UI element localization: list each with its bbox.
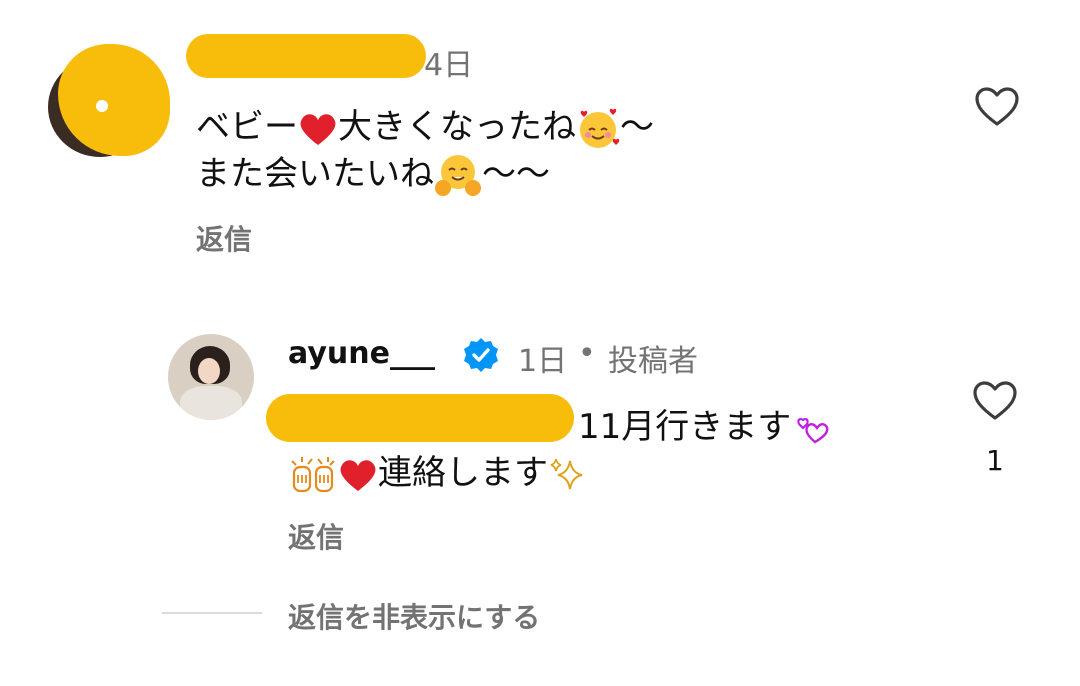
reply-text-line1: 11月行きます [578, 404, 831, 450]
comment-time: 4日 [424, 48, 474, 83]
author-avatar[interactable] [168, 334, 254, 420]
comment-time: 1日 [518, 344, 568, 379]
like-count[interactable]: 1 [986, 444, 1004, 477]
mention-redaction [266, 394, 574, 442]
red-heart-emoji [340, 459, 376, 491]
username[interactable]: ayune___ [288, 336, 435, 371]
comment-text-part: 〜〜 [482, 153, 550, 194]
comment-text-part: 〜 [620, 107, 654, 147]
red-heart-emoji [300, 113, 336, 145]
author-badge: 投稿者 [608, 344, 698, 379]
verified-badge-icon [464, 338, 498, 372]
avatar-redaction-mark [96, 100, 108, 112]
heart-outline-icon[interactable] [972, 380, 1018, 422]
comment-text-part: ベビー [196, 107, 298, 147]
reply-text-part: 11月行きます [578, 407, 792, 447]
heart-outline-icon[interactable] [974, 86, 1020, 128]
hug-emoji [435, 155, 481, 196]
reply-button[interactable]: 返信 [288, 516, 344, 556]
thread-divider-line [162, 612, 262, 614]
reply-text-part: 連絡します [378, 453, 548, 493]
hide-replies-button[interactable]: 返信を非表示にする [288, 596, 540, 636]
avatar-body [180, 386, 242, 420]
smiling-hearts-emoji [580, 108, 620, 148]
separator-dot: • [578, 336, 596, 371]
reply-text-line2: 連絡します [288, 450, 588, 496]
comment-text: ベビー 大きくなったね 〜 また会いたいね 〜〜 [196, 104, 654, 198]
sparkles-emoji [550, 458, 583, 489]
comment-text-part: 大きくなったね [338, 107, 576, 147]
comment-text-part: また会いたいね [196, 153, 434, 194]
username-redaction [186, 34, 426, 78]
raised-hands-emoji [291, 456, 335, 492]
reply-button[interactable]: 返信 [196, 218, 252, 258]
heart-decoration-emoji [797, 417, 829, 443]
avatar-face [198, 358, 220, 384]
